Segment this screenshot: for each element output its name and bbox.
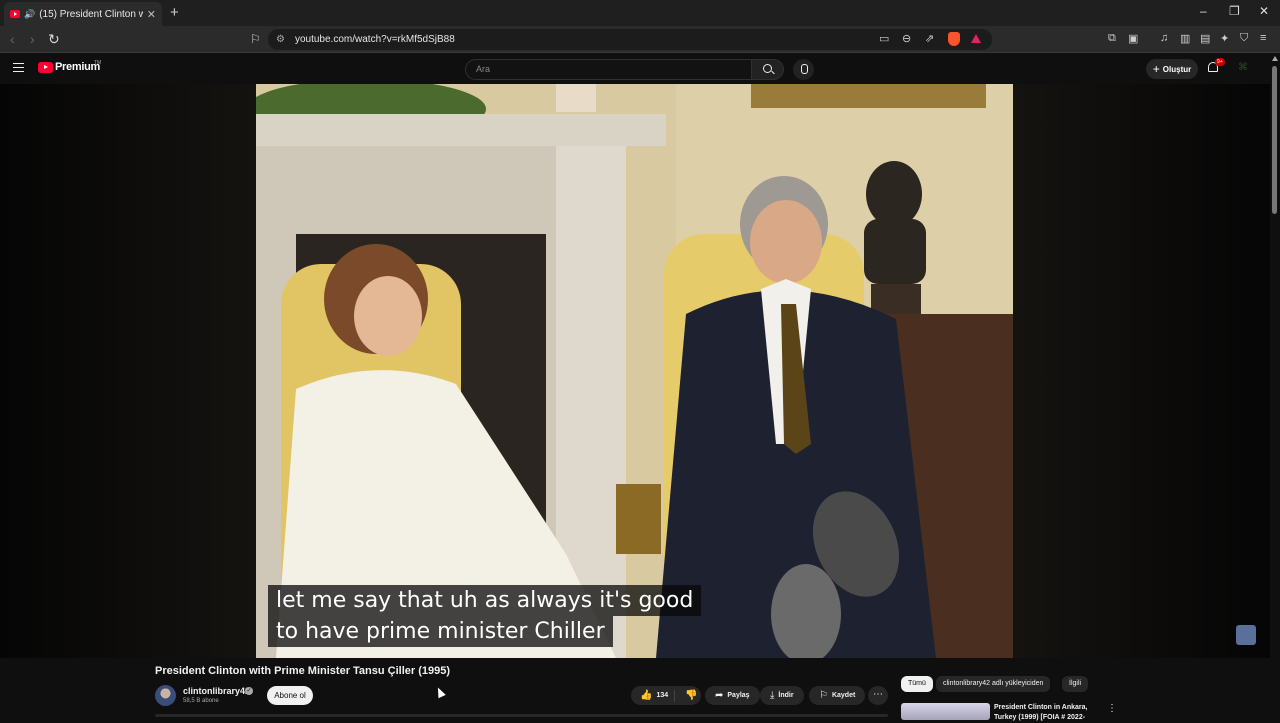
brave-shield-icon[interactable] bbox=[948, 32, 960, 46]
like-dislike-group: 👍 134 👎 bbox=[631, 686, 701, 705]
verified-icon: ✓ bbox=[245, 687, 253, 695]
youtube-logo-icon[interactable] bbox=[38, 62, 53, 73]
download-button[interactable]: ⤓ İndir bbox=[760, 686, 804, 705]
youtube-favicon-icon bbox=[10, 10, 20, 18]
trademark-label: TM bbox=[94, 60, 102, 66]
share-button[interactable]: ➦ Paylaş bbox=[705, 686, 760, 705]
plus-icon: + bbox=[1152, 62, 1160, 76]
search-input[interactable]: Ara bbox=[465, 59, 752, 80]
minimize-icon[interactable]: – bbox=[1200, 4, 1207, 18]
zoom-icon[interactable]: ⊖ bbox=[902, 32, 911, 45]
create-button[interactable]: + Oluştur bbox=[1146, 59, 1198, 79]
scrollbar-thumb[interactable] bbox=[1272, 66, 1277, 214]
youtube-header: Premium TM Ara + Oluştur 9+ ⌘ bbox=[0, 54, 1280, 84]
video-title: President Clinton with Prime Minister Ta… bbox=[155, 665, 451, 677]
close-tab-icon[interactable]: ✕ bbox=[147, 8, 156, 21]
download-icon: ⤓ bbox=[770, 690, 775, 701]
new-tab-icon[interactable]: + bbox=[170, 4, 179, 21]
subscribe-button[interactable]: Abone ol bbox=[267, 686, 313, 705]
brave-rewards-icon[interactable] bbox=[971, 34, 981, 43]
recommendation-thumbnail[interactable] bbox=[901, 703, 990, 720]
like-count: 134 bbox=[656, 692, 669, 699]
recommendation-menu-icon[interactable]: ⋮ bbox=[1107, 703, 1117, 714]
menu-icon[interactable]: ≡ bbox=[1260, 32, 1266, 44]
recommendation-title[interactable]: President Clinton in Ankara, Turkey (199… bbox=[994, 703, 1094, 723]
search-button[interactable] bbox=[752, 59, 784, 80]
channel-watermark-avatar[interactable] bbox=[1236, 625, 1256, 645]
notification-badge: 9+ bbox=[1215, 58, 1225, 66]
forward-icon[interactable]: › bbox=[30, 31, 35, 47]
channel-avatar[interactable] bbox=[155, 685, 176, 706]
bookmark-save-icon: ⚐ bbox=[819, 690, 828, 701]
hamburger-menu-icon[interactable] bbox=[13, 63, 24, 72]
url-text: youtube.com/watch?v=rkMf5dSjB88 bbox=[294, 34, 455, 45]
save-button[interactable]: ⚐ Kaydet bbox=[809, 686, 866, 705]
share-label: Paylaş bbox=[727, 692, 750, 699]
create-label: Oluştur bbox=[1162, 64, 1192, 74]
like-button[interactable]: 👍 134 bbox=[631, 689, 675, 702]
close-window-icon[interactable]: ✕ bbox=[1259, 4, 1269, 18]
more-actions-icon[interactable]: ⋯ bbox=[868, 686, 888, 705]
subscriber-count: 58,5 B abone bbox=[183, 698, 219, 704]
dislike-button[interactable]: 👎 bbox=[679, 690, 697, 701]
vpn-icon[interactable]: ⛉ bbox=[1240, 32, 1248, 45]
browser-tab-bar: 🔊 (15) President Clinton with Pr ✕ + – ❐… bbox=[0, 0, 1280, 26]
speaker-icon[interactable]: 🔊 bbox=[24, 9, 35, 20]
channel-name[interactable]: clintonlibrary42 bbox=[183, 686, 250, 696]
extensions-icon[interactable]: ⧉ bbox=[1108, 32, 1116, 45]
screenshot-icon[interactable]: ▣ bbox=[1128, 32, 1138, 45]
share-icon[interactable]: ⇗ bbox=[925, 32, 934, 45]
voice-search-icon[interactable] bbox=[793, 59, 814, 80]
thumbs-up-icon: 👍 bbox=[640, 690, 653, 701]
description-box-edge bbox=[155, 714, 888, 717]
restore-icon[interactable]: ❐ bbox=[1229, 4, 1240, 18]
bookmark-icon[interactable]: ⚐ bbox=[250, 32, 261, 46]
site-settings-icon[interactable]: ⚙ bbox=[276, 34, 285, 45]
mouse-cursor-icon bbox=[434, 685, 446, 699]
browser-tab[interactable]: 🔊 (15) President Clinton with Pr ✕ bbox=[4, 2, 162, 26]
sidebar-icon[interactable]: ▥ bbox=[1180, 32, 1190, 45]
scroll-up-icon[interactable] bbox=[1272, 56, 1278, 61]
save-label: Kaydet bbox=[831, 692, 856, 699]
share-arrow-icon: ➦ bbox=[715, 690, 724, 701]
leo-ai-icon[interactable]: ✦ bbox=[1220, 32, 1229, 45]
video-caption: let me say that uh as always it's good t… bbox=[268, 585, 702, 647]
reload-icon[interactable]: ↻ bbox=[48, 31, 60, 48]
chip-related[interactable]: İlgili bbox=[1062, 676, 1089, 692]
caption-line-2: to have prime minister Chiller bbox=[268, 616, 613, 647]
video-frame[interactable] bbox=[256, 84, 1013, 658]
tab-title: (15) President Clinton with Pr bbox=[39, 8, 143, 20]
music-icon[interactable]: ♫ bbox=[1160, 32, 1168, 44]
search-icon bbox=[763, 64, 772, 73]
browser-nav-bar: ‹ › ↻ ⚐ ⚙ youtube.com/watch?v=rkMf5dSjB8… bbox=[0, 26, 1280, 53]
chip-from-uploader[interactable]: clintonlibrary42 adlı yükleyiciden bbox=[936, 676, 1051, 692]
caption-line-1: let me say that uh as always it's good bbox=[268, 585, 702, 616]
wallet-icon[interactable]: ▤ bbox=[1200, 32, 1210, 45]
back-icon[interactable]: ‹ bbox=[10, 31, 15, 47]
video-scene bbox=[256, 84, 1013, 658]
download-label: İndir bbox=[778, 692, 794, 699]
account-avatar[interactable]: ⌘ bbox=[1238, 62, 1251, 75]
chip-all[interactable]: Tümü bbox=[901, 676, 933, 692]
cast-icon[interactable]: ▭ bbox=[879, 32, 889, 45]
